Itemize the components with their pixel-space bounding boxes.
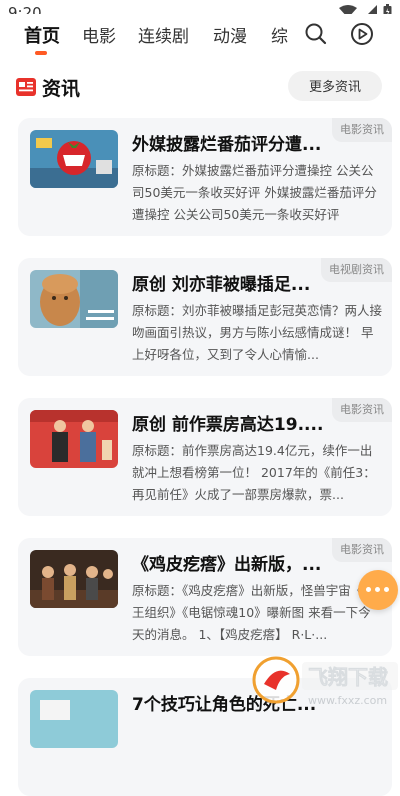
top-tab-bar: 首页 电影 连续剧 动漫 综 [0,14,400,55]
news-thumbnail [30,130,118,188]
news-summary: 原标题：刘亦菲被曝插足彭冠英恋情？两人接吻画面引热议，男方与陈小纭感情成谜！ 早… [132,303,382,362]
news-title: 原创 刘亦菲被曝插足... [132,275,311,294]
tab-anime[interactable]: 动漫 [213,22,247,47]
news-thumbnail [30,270,118,328]
news-summary: 原标题：外媒披露烂番茄评分遭操控 公关公司50美元一条收买好评 外媒披露烂番茄评… [132,163,377,222]
news-title: 原创 前作票房高达19.... [132,415,324,434]
tab-movie[interactable]: 电影 [82,22,116,47]
watermark-site: www.fxxz.com [308,694,387,707]
news-category-tag: 电影资讯 [332,118,392,142]
watermark-logo: 飞翔下载 www.fxxz.com [250,654,400,711]
tab-home[interactable]: 首页 [24,22,60,48]
tab-active-indicator [35,51,47,55]
watermark-brand: 飞翔下载 [308,665,388,689]
tab-variety[interactable]: 综 [271,22,288,47]
news-summary: 原标题：《鸡皮疙瘩》出新版，怪兽宇宙《帝王组织》《电锯惊魂10》曝新图 来看一下… [132,583,376,642]
section-title: 资讯 [42,78,81,100]
news-category-tag: 电视剧资讯 [321,258,392,282]
news-card[interactable]: 《鸡皮疙瘩》出新版，... 电影资讯 原标题：《鸡皮疙瘩》出新版，怪兽宇宙《帝王… [18,538,392,656]
play-history-icon[interactable] [349,21,375,47]
news-category-tag: 电影资讯 [332,538,392,562]
news-summary: 原标题：前作票房高达19.4亿元，续作一出就冲上想看榜第一位！ 2017年的《前… [132,443,376,502]
floating-menu-button[interactable] [358,570,398,610]
news-title: 《鸡皮疙瘩》出新版，... [132,555,322,574]
news-thumbnail [30,550,118,608]
news-thumbnail [30,690,118,748]
more-dots-icon [366,587,389,592]
news-thumbnail [30,410,118,468]
news-title: 外媒披露烂番茄评分遭... [132,135,322,154]
tab-series[interactable]: 连续剧 [138,22,189,47]
tabs-scroll[interactable]: 首页 电影 连续剧 动漫 综 [0,14,290,54]
news-icon [16,78,36,96]
news-section-header: 资讯 更多资讯 [0,62,400,110]
news-card[interactable]: 原创 前作票房高达19.... 电影资讯 原标题：前作票房高达19.4亿元，续作… [18,398,392,516]
search-icon[interactable] [303,21,329,47]
news-card[interactable]: 原创 刘亦菲被曝插足... 电视剧资讯 原标题：刘亦菲被曝插足彭冠英恋情？两人接… [18,258,392,376]
more-news-button[interactable]: 更多资讯 [288,71,382,101]
news-category-tag: 电影资讯 [332,398,392,422]
news-card[interactable]: 外媒披露烂番茄评分遭... 电影资讯 原标题：外媒披露烂番茄评分遭操控 公关公司… [18,118,392,236]
